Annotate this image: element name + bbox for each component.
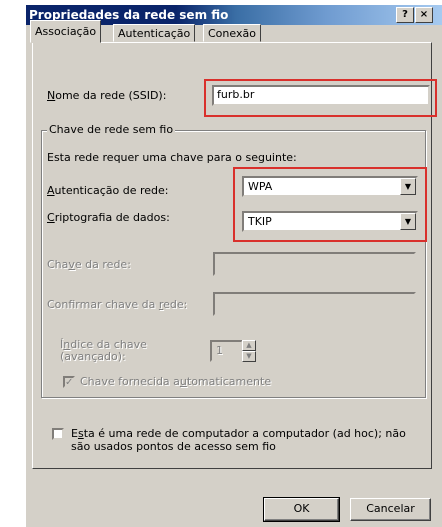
key-index-label-line2: (avançado): xyxy=(60,350,126,363)
crypto-value: TKIP xyxy=(248,215,272,228)
network-key-legend: Chave de rede sem fio xyxy=(47,123,176,136)
adhoc-checkbox[interactable] xyxy=(52,428,64,440)
ssid-label: Nome da rede (SSID): xyxy=(47,89,167,102)
auth-label: Autenticação de rede: xyxy=(47,184,169,197)
confirm-key-label: Confirmar chave da rede: xyxy=(47,298,188,311)
cancel-button[interactable]: Cancelar xyxy=(350,498,431,521)
ssid-input[interactable]: furb.br xyxy=(212,85,430,106)
key-intro-text: Esta rede requer uma chave para o seguin… xyxy=(47,151,297,164)
crypto-select[interactable]: TKIP ▼ xyxy=(242,211,418,232)
chevron-down-icon[interactable]: ▼ xyxy=(400,178,416,195)
auth-value: WPA xyxy=(248,180,273,193)
crypto-label: Criptografia de dados: xyxy=(47,211,170,224)
tab-conexao[interactable]: Conexão xyxy=(203,24,261,42)
spin-up-icon[interactable]: ▲ xyxy=(242,340,256,351)
help-button[interactable]: ? xyxy=(396,7,414,23)
confirm-key-input[interactable] xyxy=(213,292,416,316)
key-index-input[interactable]: 1 xyxy=(210,340,243,362)
tab-associacao[interactable]: Associação xyxy=(30,20,102,43)
wireless-properties-dialog: Propriedades da rede sem fio ? × Associa… xyxy=(26,5,442,527)
auth-select[interactable]: WPA ▼ xyxy=(242,176,418,197)
network-key-input[interactable] xyxy=(213,252,416,276)
adhoc-label-line2: são usados pontos de acesso sem fio xyxy=(71,440,276,453)
auto-key-label: Chave fornecida automaticamente xyxy=(80,375,272,388)
adhoc-label-line1: Esta é uma rede de computador a computad… xyxy=(71,427,406,440)
key-index-value: 1 xyxy=(216,344,223,357)
close-button[interactable]: × xyxy=(415,7,433,23)
spin-down-icon[interactable]: ▼ xyxy=(242,351,256,362)
network-key-label: Chave da rede: xyxy=(47,258,131,271)
chevron-down-icon[interactable]: ▼ xyxy=(400,213,416,230)
auto-key-checkbox[interactable]: ✓ xyxy=(63,376,75,388)
ok-button[interactable]: OK xyxy=(263,497,340,522)
tab-autenticacao[interactable]: Autenticação xyxy=(113,24,196,42)
